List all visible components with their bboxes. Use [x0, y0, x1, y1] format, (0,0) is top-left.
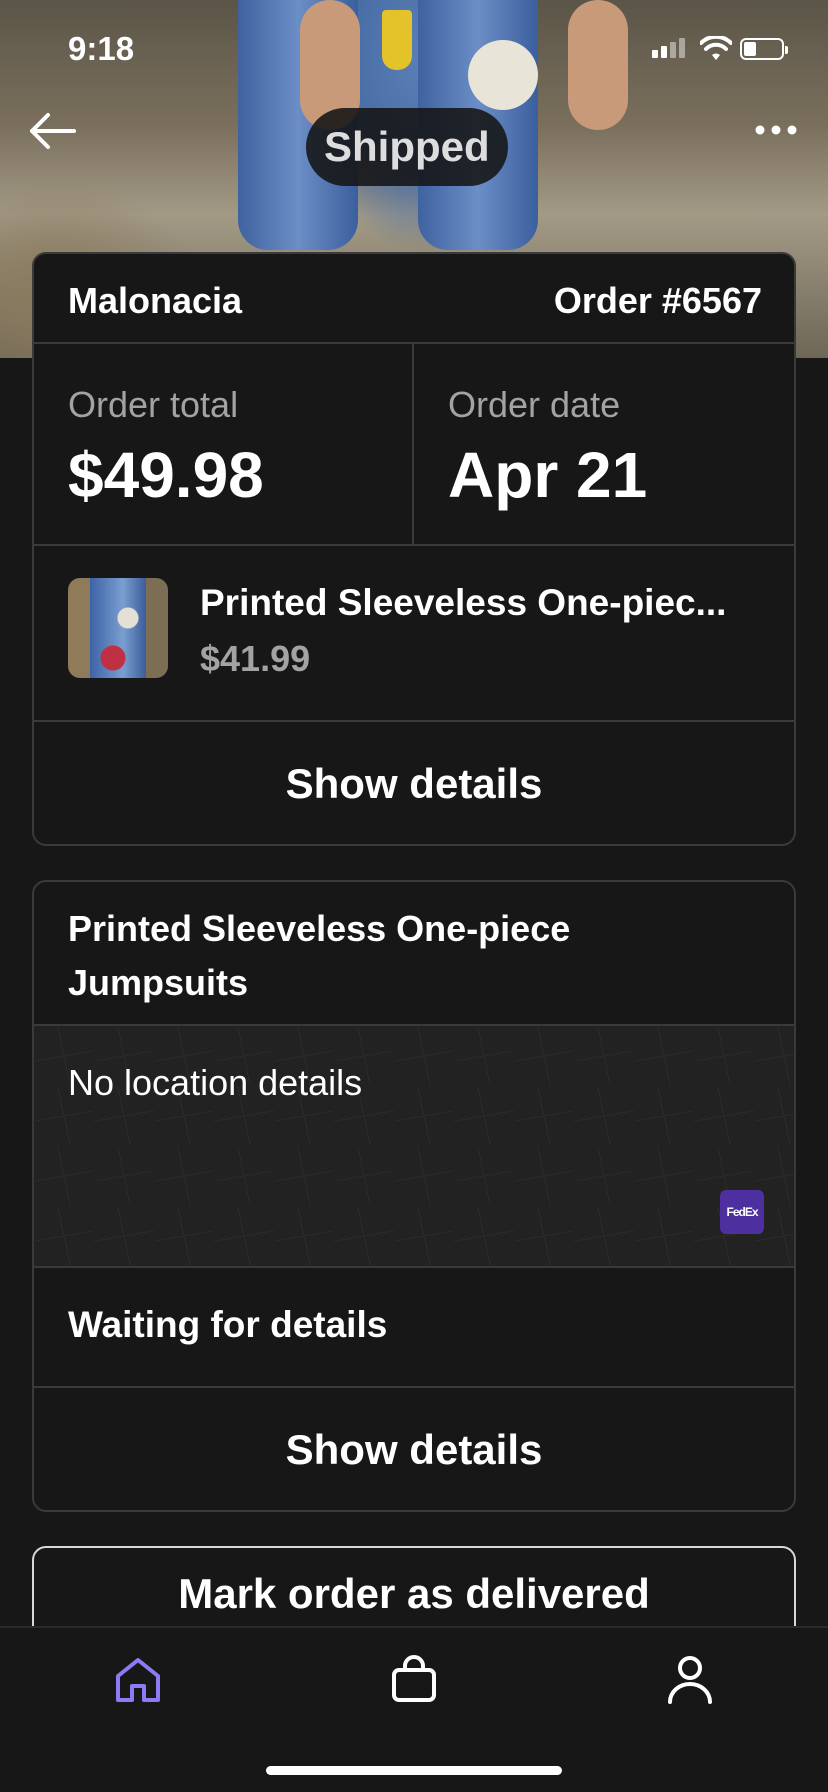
home-icon[interactable]: [108, 1650, 168, 1710]
order-header-row: Malonacia Order #6567: [34, 254, 794, 344]
tracking-map: No location details FedEx: [34, 1026, 794, 1268]
shipment-show-details-button[interactable]: Show details: [34, 1388, 794, 1510]
order-number: Order #6567: [553, 280, 762, 321]
order-total-label: Order total: [68, 384, 239, 425]
shipment-show-details-row: Show details: [34, 1388, 794, 1510]
shipment-title-row: Printed Sleeveless One-piece Jumpsuits: [34, 882, 794, 1026]
order-total-cell: Order total $49.98: [34, 344, 414, 544]
tracking-status: Waiting for details: [68, 1304, 388, 1345]
status-bar: 9:18: [0, 0, 828, 100]
profile-icon[interactable]: [660, 1650, 720, 1710]
shipment-item-name: Printed Sleeveless One-piece Jumpsuits: [68, 908, 571, 1003]
order-stats-row: Order total $49.98 Order date Apr 21: [34, 344, 794, 546]
back-arrow-icon[interactable]: [26, 108, 78, 154]
shipment-card: Printed Sleeveless One-piece Jumpsuits N…: [32, 880, 796, 1512]
fedex-logo-icon: FedEx: [720, 1190, 764, 1234]
item-price: $41.99: [200, 638, 311, 679]
store-name[interactable]: Malonacia: [68, 280, 242, 322]
item-thumbnail: [68, 578, 168, 678]
status-time: 9:18: [68, 30, 135, 67]
order-item-row[interactable]: Printed Sleeveless One-piec... $41.99: [34, 546, 794, 722]
order-summary-card: Malonacia Order #6567 Order total $49.98…: [32, 252, 796, 846]
shopping-bag-icon[interactable]: [384, 1650, 444, 1710]
order-date-label: Order date: [448, 384, 621, 425]
cellular-signal-icon: [652, 38, 688, 58]
order-show-details-row: Show details: [34, 722, 794, 844]
order-date-value: Apr 21: [448, 439, 648, 511]
order-date-cell: Order date Apr 21: [414, 344, 794, 544]
more-options-icon[interactable]: [752, 115, 800, 145]
status-badge: Shipped: [306, 108, 508, 186]
show-details-button[interactable]: Show details: [34, 722, 794, 844]
wifi-icon: [700, 36, 732, 60]
battery-icon: [740, 38, 788, 60]
home-indicator[interactable]: [266, 1766, 562, 1775]
location-status: No location details: [68, 1062, 363, 1103]
order-total-value: $49.98: [68, 439, 264, 511]
item-title: Printed Sleeveless One-piec...: [200, 582, 727, 623]
tracking-status-row: Waiting for details: [34, 1268, 794, 1388]
